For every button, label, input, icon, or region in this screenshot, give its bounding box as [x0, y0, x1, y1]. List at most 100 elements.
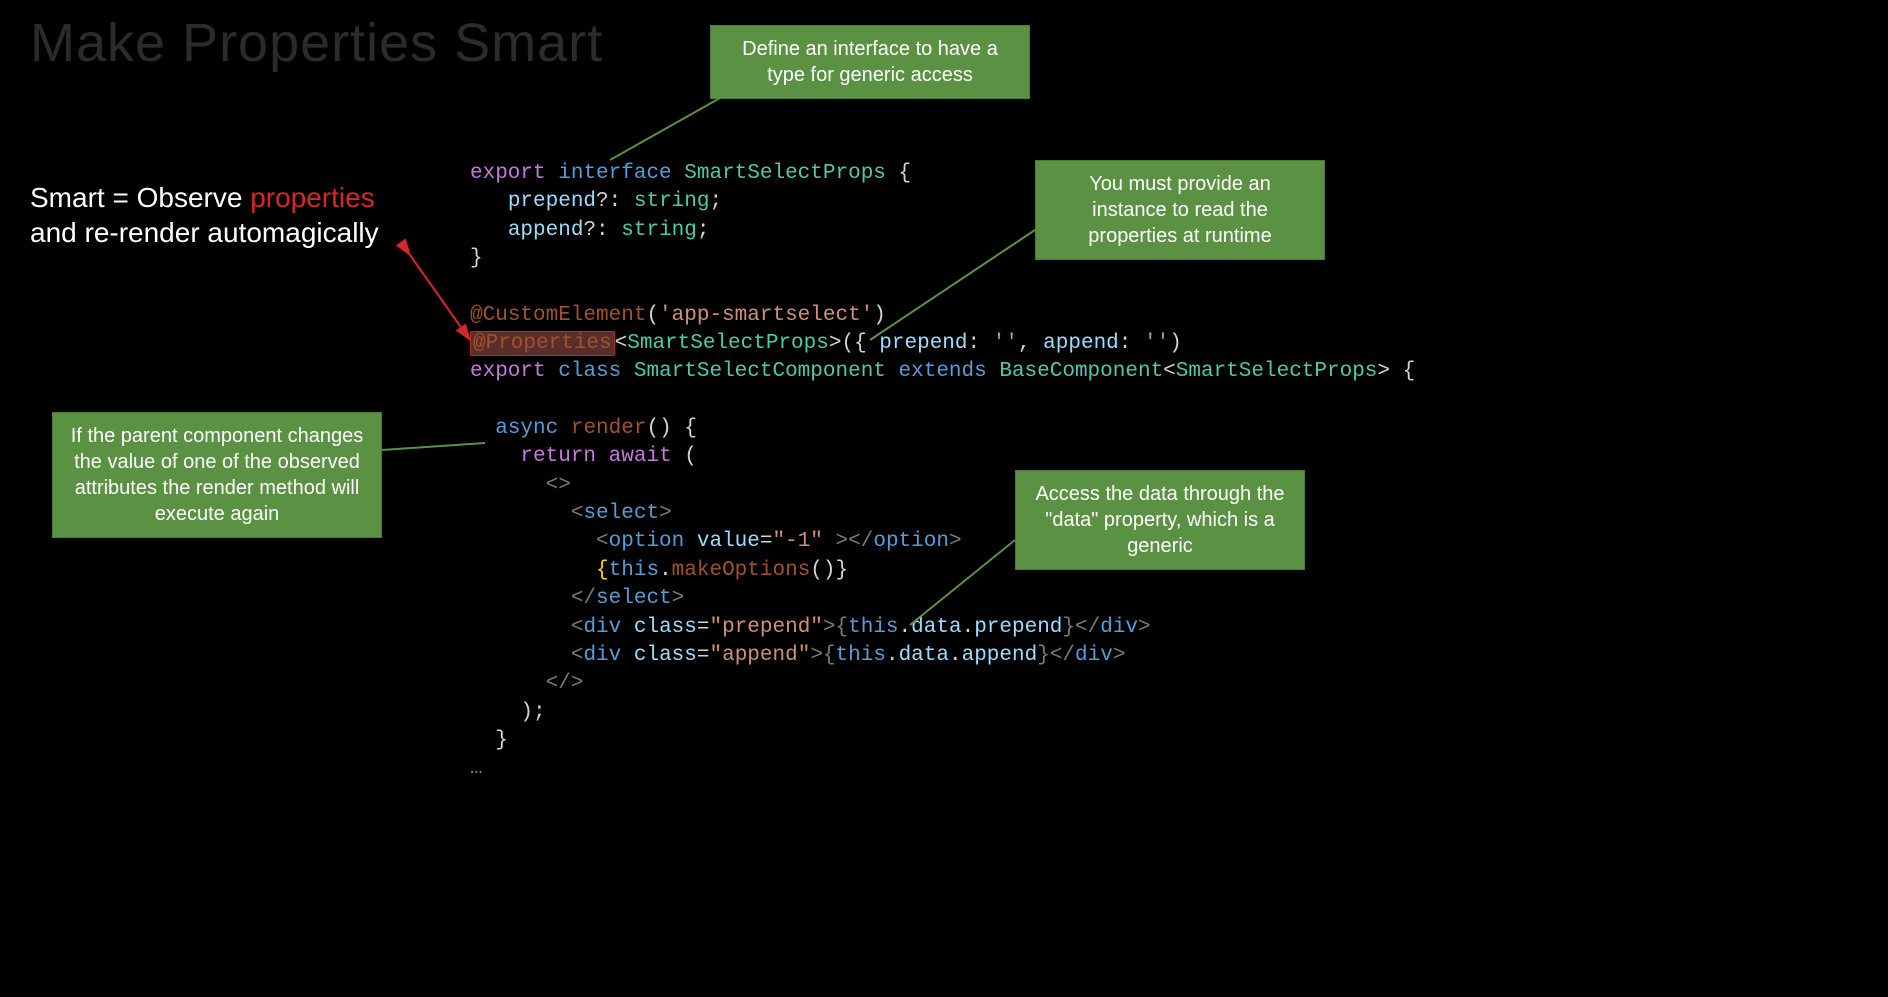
tok: >	[1113, 644, 1126, 667]
tok: (	[646, 304, 659, 327]
tok: await	[609, 445, 672, 468]
subtitle-highlight: properties	[250, 182, 375, 213]
subtitle-pre: Smart = Observe	[30, 182, 250, 213]
tok: return	[520, 445, 596, 468]
tok: 'app-smartselect'	[659, 304, 873, 327]
tok: render	[571, 417, 647, 440]
tok: (	[672, 445, 697, 468]
tok: .	[886, 644, 899, 667]
tok: <	[596, 530, 609, 553]
tok: ''	[1144, 332, 1169, 355]
tok: append	[1043, 332, 1119, 355]
tok: .	[962, 616, 975, 639]
tok: () {	[646, 417, 696, 440]
tok: }</	[1037, 644, 1075, 667]
tok: >	[672, 587, 685, 610]
tok: =	[697, 616, 710, 639]
tok: <	[571, 616, 584, 639]
tok: ,	[1018, 332, 1043, 355]
tok: .	[659, 559, 672, 582]
tok: string	[621, 219, 697, 242]
tok: data	[899, 644, 949, 667]
tok: select	[596, 587, 672, 610]
tok: option	[609, 530, 685, 553]
tok: > {	[1377, 360, 1415, 383]
callout-interface: Define an interface to have a type for g…	[710, 25, 1030, 99]
tok: >{	[810, 644, 835, 667]
tok: prepend	[879, 332, 967, 355]
tok: }</	[1062, 616, 1100, 639]
tok: this	[848, 616, 898, 639]
tok: {	[899, 162, 912, 185]
tok: select	[583, 502, 659, 525]
tok: )	[1169, 332, 1182, 355]
tok: >	[1138, 616, 1151, 639]
tok: export	[470, 162, 546, 185]
tok: ;	[709, 190, 722, 213]
tok: div	[1100, 616, 1138, 639]
tok: ></	[823, 530, 873, 553]
tok: "append"	[709, 644, 810, 667]
tok: "prepend"	[709, 616, 822, 639]
tok: this	[836, 644, 886, 667]
tok: ?:	[583, 219, 608, 242]
tok: <	[615, 332, 628, 355]
tok: <	[571, 644, 584, 667]
tok: string	[634, 190, 710, 213]
tok: <	[571, 502, 584, 525]
tok: makeOptions	[672, 559, 811, 582]
tok: <	[1163, 360, 1176, 383]
tok: );	[520, 701, 545, 724]
tok: prepend	[974, 616, 1062, 639]
tok: .	[899, 616, 912, 639]
tok: async	[495, 417, 558, 440]
tok: "-1"	[773, 530, 823, 553]
tok: =	[697, 644, 710, 667]
tok: >	[659, 502, 672, 525]
tok: extends	[899, 360, 987, 383]
tok: append	[508, 219, 584, 242]
tok: SmartSelectProps	[627, 332, 829, 355]
tok: {	[596, 559, 609, 582]
tok: ()}	[810, 559, 848, 582]
tok: ''	[993, 332, 1018, 355]
tok: }	[470, 247, 483, 270]
tok: >({	[829, 332, 879, 355]
tok: :	[1119, 332, 1144, 355]
tok: :	[968, 332, 993, 355]
tok: SmartSelectProps	[1176, 360, 1378, 383]
tok: data	[911, 616, 961, 639]
tok: </	[571, 587, 596, 610]
callout-parent-change: If the parent component changes the valu…	[52, 412, 382, 538]
tok: class	[634, 644, 697, 667]
tok: BaseComponent	[999, 360, 1163, 383]
slide-title: Make Properties Smart	[30, 12, 603, 74]
tok: div	[1075, 644, 1113, 667]
tok: </>	[546, 672, 584, 695]
tok	[621, 616, 634, 639]
slide: Make Properties Smart Smart = Observe pr…	[0, 0, 1516, 797]
tok: >	[949, 530, 962, 553]
tok	[684, 530, 697, 553]
tok	[621, 644, 634, 667]
tok: prepend	[508, 190, 596, 213]
tok: option	[873, 530, 949, 553]
tok: SmartSelectComponent	[634, 360, 886, 383]
tok: class	[634, 616, 697, 639]
tok: div	[583, 616, 621, 639]
tok: SmartSelectProps	[684, 162, 886, 185]
tok: }	[495, 729, 508, 752]
tok: div	[583, 644, 621, 667]
tok: interface	[558, 162, 671, 185]
tok: <>	[546, 474, 571, 497]
tok: this	[609, 559, 659, 582]
slide-subtitle: Smart = Observe properties and re-render…	[30, 180, 379, 250]
tok-highlighted: @Properties	[470, 331, 615, 356]
tok: .	[949, 644, 962, 667]
tok: value	[697, 530, 760, 553]
tok: class	[558, 360, 621, 383]
tok: ;	[697, 219, 710, 242]
tok: ?:	[596, 190, 621, 213]
tok: @CustomElement	[470, 304, 646, 327]
tok: )	[873, 304, 886, 327]
